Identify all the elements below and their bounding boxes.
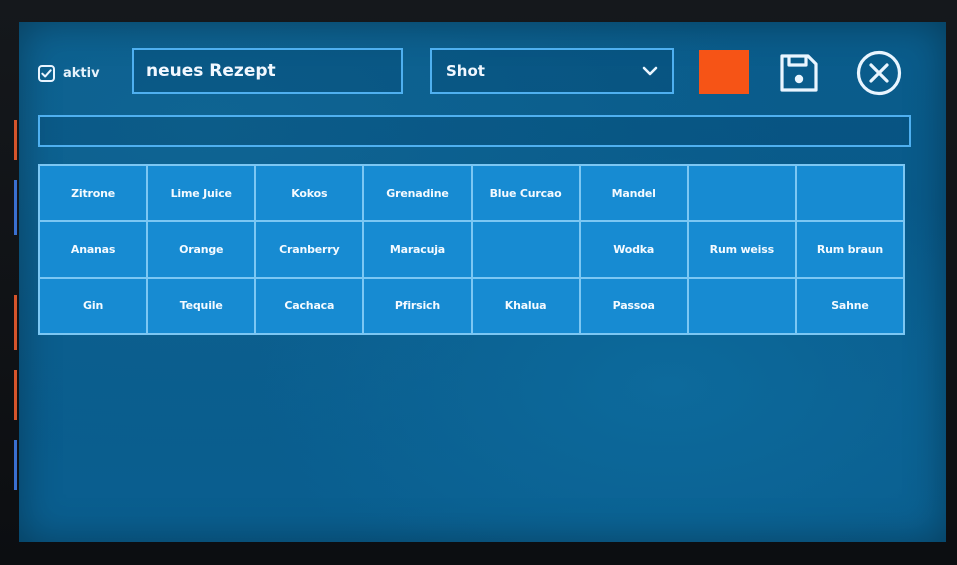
- ingredient-label: Lime Juice: [170, 186, 232, 200]
- ingredient-button[interactable]: Zitrone: [40, 166, 147, 221]
- ingredient-button[interactable]: Maracuja: [364, 222, 471, 277]
- ingredient-slot-empty[interactable]: [796, 166, 903, 221]
- save-icon: [780, 54, 818, 92]
- checkmark-icon: [41, 68, 52, 77]
- ingredient-button[interactable]: Passoa: [580, 278, 687, 333]
- ingredient-label: Zitrone: [71, 186, 115, 200]
- ingredient-button[interactable]: Wodka: [580, 222, 687, 277]
- ingredient-button[interactable]: Tequile: [148, 278, 255, 333]
- ingredient-label: Wodka: [613, 242, 655, 256]
- ingredient-button[interactable]: Mandel: [580, 166, 687, 221]
- ingredient-slot-empty[interactable]: [688, 278, 795, 333]
- category-dropdown[interactable]: Shot: [430, 48, 674, 94]
- category-selected-value: Shot: [446, 62, 485, 80]
- ingredient-button[interactable]: Sahne: [796, 278, 903, 333]
- color-picker-swatch[interactable]: [699, 50, 749, 94]
- ingredient-button[interactable]: Khalua: [472, 278, 579, 333]
- ingredient-button[interactable]: Pfirsich: [364, 278, 471, 333]
- ingredient-button[interactable]: Ananas: [40, 222, 147, 277]
- edge-markers: [14, 120, 17, 490]
- active-toggle[interactable]: aktiv: [38, 62, 100, 84]
- ingredient-label: Sahne: [831, 299, 869, 313]
- ingredient-label: Rum braun: [816, 242, 884, 256]
- ingredient-slot-empty[interactable]: [688, 166, 795, 221]
- ingredient-button[interactable]: Cachaca: [256, 278, 363, 333]
- ingredient-label: Blue Curcao: [489, 186, 562, 200]
- ingredient-button[interactable]: Kokos: [256, 166, 363, 221]
- active-checkbox[interactable]: [38, 64, 55, 82]
- ingredient-button[interactable]: Grenadine: [364, 166, 471, 221]
- ingredient-label: Kokos: [291, 186, 328, 200]
- ingredient-label: Khalua: [504, 299, 547, 313]
- ingredient-label: Cranberry: [279, 242, 340, 256]
- ingredient-label: Mandel: [611, 186, 656, 200]
- chevron-down-icon: [642, 65, 658, 77]
- ingredient-button[interactable]: Orange: [148, 222, 255, 277]
- close-button[interactable]: [855, 49, 903, 97]
- ingredient-label: Pfirsich: [394, 299, 440, 313]
- ingredient-button[interactable]: Rum braun: [796, 222, 903, 277]
- ingredient-label: Grenadine: [386, 186, 449, 200]
- ingredient-button[interactable]: Blue Curcao: [472, 166, 579, 221]
- ingredient-label: Gin: [83, 299, 104, 313]
- recipe-name-input[interactable]: [132, 48, 403, 94]
- ingredient-label: Tequile: [179, 299, 223, 313]
- ingredient-label: Rum weiss: [709, 242, 774, 256]
- ingredient-label: Cachaca: [284, 299, 335, 313]
- close-circle-icon: [856, 50, 902, 96]
- ingredient-button[interactable]: Lime Juice: [148, 166, 255, 221]
- ingredient-button[interactable]: Rum weiss: [688, 222, 795, 277]
- recipe-steps-input[interactable]: [38, 115, 911, 147]
- save-button[interactable]: [776, 50, 822, 96]
- ingredient-label: Passoa: [612, 299, 655, 313]
- ingredient-button[interactable]: Gin: [40, 278, 147, 333]
- ingredient-label: Ananas: [70, 242, 116, 256]
- ingredient-label: Orange: [179, 242, 224, 256]
- ingredient-button[interactable]: Cranberry: [256, 222, 363, 277]
- ingredient-label: Maracuja: [389, 242, 446, 256]
- ingredient-grid: Zitrone Lime Juice Kokos Grenadine Blue Curc…: [38, 164, 905, 335]
- active-label: aktiv: [63, 65, 100, 81]
- ingredient-slot-empty[interactable]: [472, 222, 579, 277]
